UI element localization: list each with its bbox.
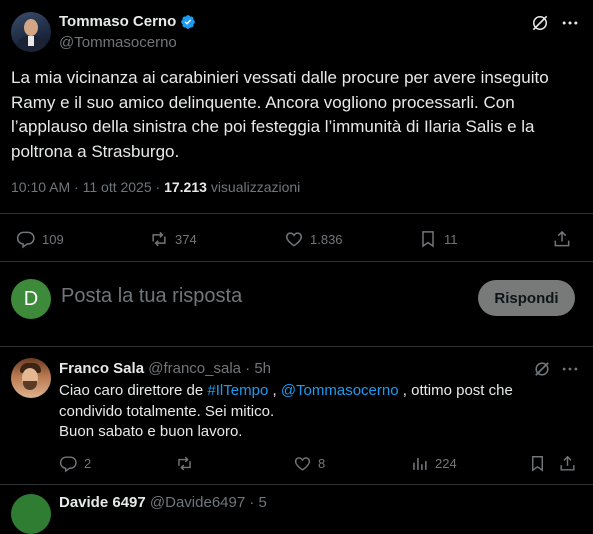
bookmark-icon (422, 231, 434, 248)
reply-text-line2: Buon sabato e buon lavoro. (59, 423, 243, 440)
meta-separator: · (155, 179, 165, 195)
meta-separator: · (74, 179, 83, 195)
reply-retweet-action[interactable] (175, 454, 200, 473)
divider (0, 213, 593, 214)
grok-button[interactable] (530, 13, 550, 38)
tweet-time[interactable]: 10:10 AM (11, 179, 70, 195)
divider (0, 261, 593, 262)
reply-bookmark-action[interactable] (528, 454, 547, 473)
reply-icon (16, 231, 35, 249)
like-icon (294, 457, 311, 471)
verified-badge-icon (181, 14, 196, 29)
next-reply-author-name[interactable]: Davide 6497 (59, 494, 146, 511)
more-icon (562, 21, 578, 25)
divider (0, 346, 593, 347)
more-icon (562, 367, 578, 371)
like-count: 1.836 (310, 231, 343, 247)
views-count: 17.213 (164, 179, 207, 195)
share-action[interactable] (552, 229, 572, 249)
next-reply-time[interactable]: 5 (259, 494, 267, 511)
share-icon (554, 230, 570, 247)
reply-separator: · (245, 360, 255, 377)
more-button[interactable] (560, 13, 580, 38)
retweet-count: 374 (175, 231, 197, 247)
bookmark-count: 11 (444, 231, 458, 247)
author-handle[interactable]: @Tommasocerno (59, 34, 177, 51)
author-avatar[interactable] (11, 12, 51, 52)
reply-header: Franco Sala @franco_sala · 5h (59, 360, 271, 377)
hashtag-link[interactable]: #IlTempo (207, 382, 268, 399)
views-icon (413, 457, 427, 470)
author-name[interactable]: Tommaso Cerno (59, 13, 176, 30)
reply-views-action[interactable]: 224 (410, 454, 457, 473)
reply-action[interactable]: 109 (16, 229, 64, 249)
like-icon (285, 232, 303, 247)
reply-text-middle: , (268, 382, 281, 399)
reply-time[interactable]: 5h (254, 360, 271, 377)
reply-input[interactable]: Posta la tua risposta (61, 285, 242, 308)
reply-count: 109 (42, 231, 64, 247)
retweet-icon (178, 456, 191, 471)
reply-author-name[interactable]: Franco Sala (59, 360, 144, 377)
reply-count: 2 (84, 456, 92, 471)
reply-text: Ciao caro direttore de #IlTempo , @Tomma… (59, 381, 579, 443)
avatar-face (24, 19, 38, 36)
avatar-beard (23, 381, 37, 390)
reply-author-avatar[interactable] (11, 358, 51, 398)
bookmark-icon (532, 456, 543, 472)
views-label: visualizzazioni (210, 179, 301, 195)
like-count: 8 (318, 456, 326, 471)
retweet-icon (152, 231, 166, 247)
next-reply-author-handle[interactable]: @Davide6497 (150, 494, 245, 511)
next-reply-header: Davide 6497 @Davide6497 · 5 (59, 494, 267, 511)
grok-icon (532, 15, 548, 31)
divider (0, 484, 593, 485)
reply-submit-button[interactable]: Rispondi (478, 280, 575, 316)
tweet-meta: 10:10 AM · 11 ott 2025 · 17.213 visualiz… (11, 179, 300, 195)
next-reply-separator: · (249, 494, 259, 511)
like-action[interactable]: 1.836 (284, 229, 343, 249)
tweet-date[interactable]: 11 ott 2025 (83, 179, 152, 195)
author-name-row: Tommaso Cerno (59, 13, 196, 30)
current-user-avatar[interactable]: D (11, 279, 51, 319)
views-count: 224 (435, 456, 457, 471)
reply-author-handle[interactable]: @franco_sala (148, 360, 241, 377)
next-reply-avatar[interactable] (11, 494, 51, 534)
mention-link[interactable]: @Tommasocerno (281, 382, 399, 399)
grok-icon (535, 362, 549, 376)
avatar-shirt (28, 36, 34, 46)
tweet-text: La mia vicinanza ai carabinieri vessati … (11, 68, 549, 161)
bookmark-action[interactable]: 11 (418, 229, 458, 249)
retweet-action[interactable]: 374 (149, 229, 197, 249)
reply-text-start: Ciao caro direttore de (59, 382, 208, 399)
reply-like-action[interactable]: 8 (293, 454, 325, 473)
share-icon (560, 455, 575, 471)
reply-share-action[interactable] (558, 454, 577, 473)
reply-icon (59, 456, 77, 473)
reply-reply-action[interactable]: 2 (59, 454, 91, 473)
